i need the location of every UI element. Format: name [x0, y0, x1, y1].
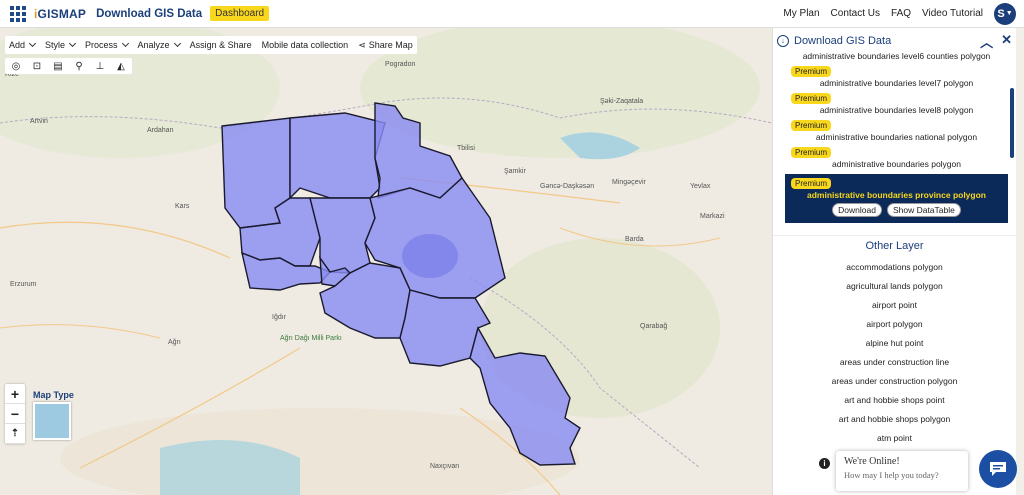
my-plan-link[interactable]: My Plan: [783, 8, 819, 19]
info-icon[interactable]: i: [819, 458, 830, 469]
premium-badge: Premium: [791, 120, 832, 131]
layer-item[interactable]: Premium administrative boundaries level7 …: [773, 64, 1016, 91]
download-panel: ↓ Download GIS Data ︿ ✕ administrative b…: [772, 28, 1016, 495]
zoom-in-button[interactable]: +: [5, 384, 25, 404]
chat-button[interactable]: [979, 450, 1017, 488]
chat-online-text: We're Online!: [844, 456, 900, 467]
compass-icon[interactable]: ⇡: [5, 424, 25, 444]
style-menu[interactable]: Style: [45, 39, 77, 50]
other-layer-item[interactable]: alpine hut point: [773, 334, 1016, 353]
chevron-down-icon: [68, 39, 77, 48]
share-icon: ⋖: [358, 39, 366, 50]
close-icon[interactable]: ✕: [1001, 32, 1012, 51]
layer-item[interactable]: Premium administrative boundaries level8 …: [773, 91, 1016, 118]
layer-item[interactable]: administrative boundaries level6 countie…: [773, 51, 1016, 64]
layer-item[interactable]: Premium administrative boundaries nationa…: [773, 118, 1016, 145]
show-datatable-button[interactable]: Show DataTable: [886, 203, 961, 217]
map-canvas[interactable]: Artvin Ardahan Kars Iğdır Ağrı Rize Erzu…: [0, 28, 772, 495]
top-links: My Plan Contact Us FAQ Video Tutorial S ▼: [783, 2, 1016, 25]
label-yevlax: Yevlax: [690, 183, 711, 190]
zoom-out-button[interactable]: −: [5, 404, 25, 424]
other-layer-heading: Other Layer: [773, 235, 1016, 258]
chat-help-text: How may I help you today?: [844, 470, 939, 480]
faq-link[interactable]: FAQ: [891, 8, 911, 19]
label-naxcivan: Naxçıvan: [430, 463, 459, 470]
layer-item[interactable]: Premium administrative boundaries polygon: [773, 145, 1016, 172]
user-avatar[interactable]: S ▼: [994, 2, 1016, 25]
collapse-icon[interactable]: ︿: [980, 32, 993, 51]
chevron-down-icon: [28, 39, 37, 48]
chevron-down-icon: [121, 39, 129, 48]
chevron-down-icon: [173, 39, 181, 48]
logo-text: GISMAP: [37, 6, 87, 21]
other-layer-item[interactable]: areas under construction line: [773, 353, 1016, 372]
dashboard-button[interactable]: Dashboard: [210, 6, 270, 21]
top-header: iGISMAP Download GIS Data Dashboard My P…: [0, 0, 1024, 28]
label-mingacevir: Mingəçevir: [612, 179, 647, 186]
label-artvin: Artvin: [30, 118, 48, 125]
premium-badge: Premium: [791, 178, 832, 189]
premium-badge: Premium: [791, 93, 832, 104]
zoom-control: + − ⇡: [5, 384, 25, 444]
other-layer-item[interactable]: art and hobbie shops point: [773, 391, 1016, 410]
label-seki: Şəki-Zaqatala: [600, 98, 643, 105]
download-icon: ↓: [777, 35, 789, 47]
label-ardahan: Ardahan: [147, 127, 174, 134]
other-layer-item[interactable]: airport polygon: [773, 315, 1016, 334]
chat-popup[interactable]: We're Online! How may I help you today?: [836, 451, 968, 491]
label-samkir: Şamkir: [504, 168, 526, 175]
premium-badge: Premium: [791, 147, 832, 158]
label-erzurum: Erzurum: [10, 281, 37, 288]
process-menu[interactable]: Process: [85, 39, 129, 50]
label-agri: Ağrı: [168, 339, 181, 346]
basemap: Artvin Ardahan Kars Iğdır Ağrı Rize Erzu…: [0, 28, 772, 495]
label-kars: Kars: [175, 203, 190, 210]
download-button[interactable]: Download: [832, 203, 882, 217]
other-layer-item[interactable]: art and hobbie shops polygon: [773, 410, 1016, 429]
label-markazi: Markazi: [700, 213, 725, 220]
label-qarabag: Qarabağ: [640, 323, 667, 330]
panel-title: Download GIS Data: [794, 35, 892, 47]
mobile-data-button[interactable]: Mobile data collection: [262, 40, 349, 50]
premium-badge: Premium: [791, 66, 832, 77]
map-toolbar: Add Style Process Analyze Assign & Share…: [5, 36, 417, 54]
selected-layer[interactable]: Premium administrative boundaries provin…: [785, 174, 1008, 223]
label-barda: Barda: [625, 236, 644, 243]
print-icon[interactable]: ▤: [52, 60, 64, 72]
map-type-label: Map Type: [33, 390, 74, 400]
lake-sevan: [402, 234, 458, 278]
label-tbilisi: Tbilisi: [457, 145, 475, 152]
add-menu[interactable]: Add: [9, 39, 37, 50]
layers-icon[interactable]: ◭: [115, 60, 127, 72]
label-ganca: Gəncə-Daşkəsən: [540, 183, 594, 190]
contact-us-link[interactable]: Contact Us: [831, 8, 880, 19]
chat-bubble-icon: [990, 462, 1006, 476]
analyze-menu[interactable]: Analyze: [138, 39, 181, 50]
label-pogradon: Pogradon: [385, 61, 415, 68]
measure-icon[interactable]: ⊥: [94, 60, 106, 72]
video-tutorial-link[interactable]: Video Tutorial: [922, 8, 983, 19]
caret-down-icon: ▼: [1005, 10, 1013, 17]
apps-grid-icon[interactable]: [10, 5, 26, 22]
search-icon[interactable]: ⚲: [73, 60, 85, 72]
page-title: Download GIS Data: [96, 7, 203, 20]
other-layer-item[interactable]: areas under construction polygon: [773, 372, 1016, 391]
igismap-logo[interactable]: iGISMAP: [34, 7, 86, 21]
panel-scrollbar[interactable]: [1010, 88, 1014, 158]
other-layer-item[interactable]: airport point: [773, 296, 1016, 315]
map-type-thumbnail[interactable]: [33, 402, 71, 440]
fullscreen-icon[interactable]: ⊡: [31, 60, 43, 72]
label-igdir: Iğdır: [272, 314, 287, 321]
label-agri-park: Ağrı Dağı Milli Parkı: [280, 335, 342, 342]
share-map-button[interactable]: ⋖ Share Map: [358, 40, 413, 51]
assign-share-button[interactable]: Assign & Share: [190, 40, 252, 50]
selected-layer-name: administrative boundaries province polyg…: [806, 190, 986, 200]
locate-icon[interactable]: ◎: [10, 60, 22, 72]
other-layer-item[interactable]: agricultural lands polygon: [773, 277, 1016, 296]
map-tools: ◎ ⊡ ▤ ⚲ ⊥ ◭: [5, 58, 132, 74]
other-layer-item[interactable]: atm point: [773, 429, 1016, 448]
other-layer-item[interactable]: accommodations polygon: [773, 258, 1016, 277]
